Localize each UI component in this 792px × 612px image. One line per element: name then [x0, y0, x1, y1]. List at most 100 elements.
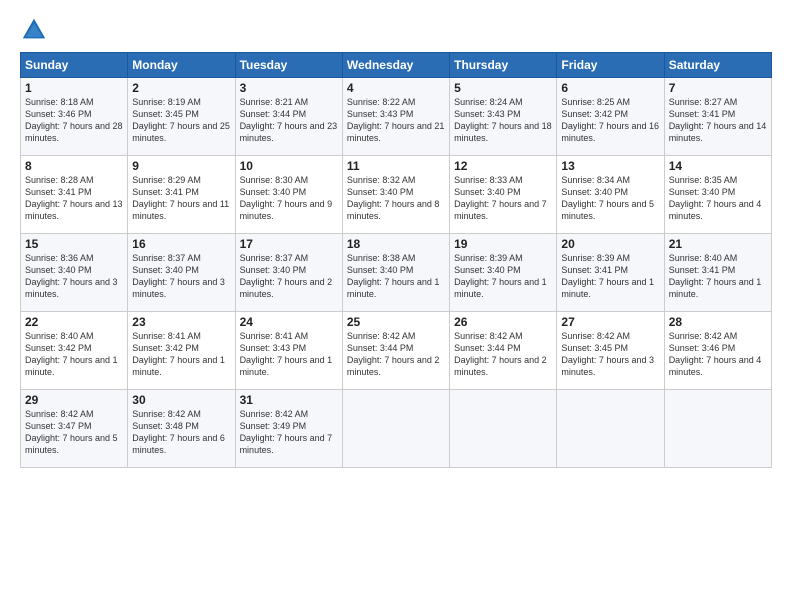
day-info: Sunrise: 8:42 AMSunset: 3:47 PMDaylight:… [25, 409, 118, 455]
calendar-cell: 14 Sunrise: 8:35 AMSunset: 3:40 PMDaylig… [664, 156, 771, 234]
calendar-cell: 23 Sunrise: 8:41 AMSunset: 3:42 PMDaylig… [128, 312, 235, 390]
day-info: Sunrise: 8:21 AMSunset: 3:44 PMDaylight:… [240, 97, 338, 143]
calendar-cell: 5 Sunrise: 8:24 AMSunset: 3:43 PMDayligh… [450, 78, 557, 156]
day-number: 29 [25, 393, 123, 407]
day-info: Sunrise: 8:40 AMSunset: 3:42 PMDaylight:… [25, 331, 118, 377]
day-number: 2 [132, 81, 230, 95]
calendar-cell: 12 Sunrise: 8:33 AMSunset: 3:40 PMDaylig… [450, 156, 557, 234]
day-info: Sunrise: 8:22 AMSunset: 3:43 PMDaylight:… [347, 97, 445, 143]
day-number: 25 [347, 315, 445, 329]
calendar-cell: 15 Sunrise: 8:36 AMSunset: 3:40 PMDaylig… [21, 234, 128, 312]
day-number: 9 [132, 159, 230, 173]
day-info: Sunrise: 8:30 AMSunset: 3:40 PMDaylight:… [240, 175, 333, 221]
day-number: 15 [25, 237, 123, 251]
calendar-cell: 26 Sunrise: 8:42 AMSunset: 3:44 PMDaylig… [450, 312, 557, 390]
calendar-week-4: 22 Sunrise: 8:40 AMSunset: 3:42 PMDaylig… [21, 312, 772, 390]
day-info: Sunrise: 8:38 AMSunset: 3:40 PMDaylight:… [347, 253, 440, 299]
calendar-cell: 3 Sunrise: 8:21 AMSunset: 3:44 PMDayligh… [235, 78, 342, 156]
calendar-header-friday: Friday [557, 53, 664, 78]
day-info: Sunrise: 8:18 AMSunset: 3:46 PMDaylight:… [25, 97, 123, 143]
calendar-header-saturday: Saturday [664, 53, 771, 78]
calendar-cell [664, 390, 771, 468]
calendar-header-row: SundayMondayTuesdayWednesdayThursdayFrid… [21, 53, 772, 78]
day-info: Sunrise: 8:33 AMSunset: 3:40 PMDaylight:… [454, 175, 547, 221]
day-info: Sunrise: 8:29 AMSunset: 3:41 PMDaylight:… [132, 175, 229, 221]
day-info: Sunrise: 8:39 AMSunset: 3:41 PMDaylight:… [561, 253, 654, 299]
day-number: 22 [25, 315, 123, 329]
day-info: Sunrise: 8:35 AMSunset: 3:40 PMDaylight:… [669, 175, 762, 221]
day-number: 30 [132, 393, 230, 407]
calendar-header-thursday: Thursday [450, 53, 557, 78]
day-number: 31 [240, 393, 338, 407]
day-number: 14 [669, 159, 767, 173]
logo-icon [20, 16, 48, 44]
calendar-cell: 16 Sunrise: 8:37 AMSunset: 3:40 PMDaylig… [128, 234, 235, 312]
calendar-cell: 4 Sunrise: 8:22 AMSunset: 3:43 PMDayligh… [342, 78, 449, 156]
day-number: 8 [25, 159, 123, 173]
calendar-cell: 19 Sunrise: 8:39 AMSunset: 3:40 PMDaylig… [450, 234, 557, 312]
day-info: Sunrise: 8:24 AMSunset: 3:43 PMDaylight:… [454, 97, 552, 143]
calendar-week-2: 8 Sunrise: 8:28 AMSunset: 3:41 PMDayligh… [21, 156, 772, 234]
day-info: Sunrise: 8:41 AMSunset: 3:43 PMDaylight:… [240, 331, 333, 377]
day-number: 13 [561, 159, 659, 173]
day-number: 16 [132, 237, 230, 251]
day-number: 26 [454, 315, 552, 329]
calendar-cell: 6 Sunrise: 8:25 AMSunset: 3:42 PMDayligh… [557, 78, 664, 156]
day-info: Sunrise: 8:37 AMSunset: 3:40 PMDaylight:… [132, 253, 225, 299]
calendar-body: 1 Sunrise: 8:18 AMSunset: 3:46 PMDayligh… [21, 78, 772, 468]
logo [20, 16, 52, 44]
day-number: 5 [454, 81, 552, 95]
day-info: Sunrise: 8:42 AMSunset: 3:48 PMDaylight:… [132, 409, 225, 455]
day-number: 20 [561, 237, 659, 251]
calendar-cell: 18 Sunrise: 8:38 AMSunset: 3:40 PMDaylig… [342, 234, 449, 312]
calendar-week-1: 1 Sunrise: 8:18 AMSunset: 3:46 PMDayligh… [21, 78, 772, 156]
calendar-header-sunday: Sunday [21, 53, 128, 78]
calendar-cell [557, 390, 664, 468]
day-number: 3 [240, 81, 338, 95]
day-info: Sunrise: 8:39 AMSunset: 3:40 PMDaylight:… [454, 253, 547, 299]
calendar-cell: 27 Sunrise: 8:42 AMSunset: 3:45 PMDaylig… [557, 312, 664, 390]
calendar-header-monday: Monday [128, 53, 235, 78]
calendar-cell: 25 Sunrise: 8:42 AMSunset: 3:44 PMDaylig… [342, 312, 449, 390]
calendar-week-5: 29 Sunrise: 8:42 AMSunset: 3:47 PMDaylig… [21, 390, 772, 468]
day-number: 1 [25, 81, 123, 95]
calendar-cell: 1 Sunrise: 8:18 AMSunset: 3:46 PMDayligh… [21, 78, 128, 156]
calendar-cell: 11 Sunrise: 8:32 AMSunset: 3:40 PMDaylig… [342, 156, 449, 234]
calendar-cell: 17 Sunrise: 8:37 AMSunset: 3:40 PMDaylig… [235, 234, 342, 312]
day-number: 7 [669, 81, 767, 95]
calendar-header-wednesday: Wednesday [342, 53, 449, 78]
day-info: Sunrise: 8:19 AMSunset: 3:45 PMDaylight:… [132, 97, 230, 143]
day-number: 12 [454, 159, 552, 173]
day-number: 24 [240, 315, 338, 329]
day-info: Sunrise: 8:42 AMSunset: 3:44 PMDaylight:… [454, 331, 547, 377]
calendar-cell: 31 Sunrise: 8:42 AMSunset: 3:49 PMDaylig… [235, 390, 342, 468]
day-info: Sunrise: 8:40 AMSunset: 3:41 PMDaylight:… [669, 253, 762, 299]
day-info: Sunrise: 8:37 AMSunset: 3:40 PMDaylight:… [240, 253, 333, 299]
day-number: 19 [454, 237, 552, 251]
calendar-cell: 21 Sunrise: 8:40 AMSunset: 3:41 PMDaylig… [664, 234, 771, 312]
calendar-cell: 2 Sunrise: 8:19 AMSunset: 3:45 PMDayligh… [128, 78, 235, 156]
day-number: 18 [347, 237, 445, 251]
day-number: 10 [240, 159, 338, 173]
day-number: 23 [132, 315, 230, 329]
day-number: 28 [669, 315, 767, 329]
day-info: Sunrise: 8:25 AMSunset: 3:42 PMDaylight:… [561, 97, 659, 143]
day-info: Sunrise: 8:32 AMSunset: 3:40 PMDaylight:… [347, 175, 440, 221]
day-number: 27 [561, 315, 659, 329]
calendar-cell: 24 Sunrise: 8:41 AMSunset: 3:43 PMDaylig… [235, 312, 342, 390]
header [20, 16, 772, 44]
day-info: Sunrise: 8:42 AMSunset: 3:46 PMDaylight:… [669, 331, 762, 377]
day-info: Sunrise: 8:41 AMSunset: 3:42 PMDaylight:… [132, 331, 225, 377]
page: SundayMondayTuesdayWednesdayThursdayFrid… [0, 0, 792, 612]
calendar-cell: 29 Sunrise: 8:42 AMSunset: 3:47 PMDaylig… [21, 390, 128, 468]
day-number: 17 [240, 237, 338, 251]
calendar-cell [342, 390, 449, 468]
day-info: Sunrise: 8:34 AMSunset: 3:40 PMDaylight:… [561, 175, 654, 221]
day-number: 4 [347, 81, 445, 95]
calendar-cell: 7 Sunrise: 8:27 AMSunset: 3:41 PMDayligh… [664, 78, 771, 156]
day-info: Sunrise: 8:36 AMSunset: 3:40 PMDaylight:… [25, 253, 118, 299]
calendar-week-3: 15 Sunrise: 8:36 AMSunset: 3:40 PMDaylig… [21, 234, 772, 312]
calendar-table: SundayMondayTuesdayWednesdayThursdayFrid… [20, 52, 772, 468]
calendar-cell: 8 Sunrise: 8:28 AMSunset: 3:41 PMDayligh… [21, 156, 128, 234]
day-number: 11 [347, 159, 445, 173]
